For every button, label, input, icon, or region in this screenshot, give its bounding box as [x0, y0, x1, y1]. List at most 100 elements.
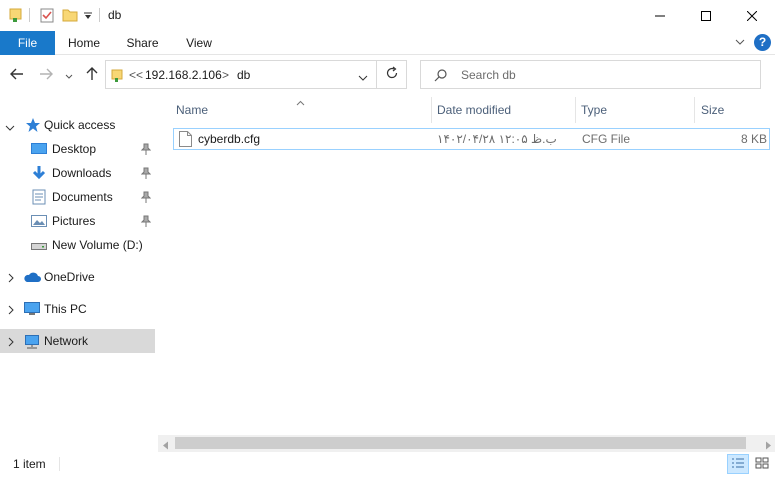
sidebar-item-quick-access[interactable]: Quick access: [0, 113, 155, 137]
details-view-icon: [731, 457, 745, 472]
file-date-modified: ۱۴۰۲/۰۴/۲۸ ب.ظ ۱۲:۰۵: [437, 132, 557, 146]
column-divider[interactable]: [694, 97, 695, 123]
back-arrow-icon[interactable]: [9, 66, 25, 85]
folder-icon: [111, 68, 125, 85]
pin-icon: [140, 191, 152, 206]
sidebar-item-label: Quick access: [44, 118, 116, 132]
chevron-right-icon[interactable]: [7, 272, 15, 286]
maximize-icon: [701, 10, 711, 21]
chevron-right-icon[interactable]: [7, 336, 15, 350]
search-placeholder: Search db: [461, 68, 516, 82]
item-count: 1 item: [13, 457, 46, 471]
tab-home[interactable]: Home: [60, 31, 108, 55]
cloud-icon: [23, 271, 41, 286]
navigation-bar: << 192.168.2.106 > db Search db: [0, 55, 775, 95]
maximize-button[interactable]: [683, 0, 729, 31]
sidebar-item-label: Downloads: [52, 166, 112, 180]
navigation-pane: Quick access Desktop Downloads Documents: [0, 103, 156, 450]
address-overflow[interactable]: <<: [129, 68, 143, 82]
refresh-icon: [385, 66, 399, 83]
folder-properties-icon[interactable]: [8, 7, 24, 26]
sidebar-item-desktop[interactable]: Desktop: [0, 137, 155, 161]
pictures-icon: [31, 213, 47, 232]
expand-ribbon-icon[interactable]: [734, 36, 746, 51]
sidebar-item-network[interactable]: Network: [0, 329, 155, 353]
search-box[interactable]: Search db: [420, 60, 761, 89]
pin-icon: [140, 167, 152, 182]
toolbar-divider: [29, 8, 30, 22]
file-name: cyberdb.cfg: [198, 132, 261, 146]
sidebar-item-label: Network: [44, 334, 89, 348]
title-bar: db: [0, 0, 775, 31]
horizontal-scrollbar[interactable]: [158, 435, 775, 452]
chevron-down-icon[interactable]: [5, 121, 15, 135]
up-arrow-icon[interactable]: [84, 66, 100, 85]
scroll-left-icon[interactable]: [162, 439, 170, 453]
table-row[interactable]: cyberdb.cfg ۱۴۰۲/۰۴/۲۸ ب.ظ ۱۲:۰۵ CFG Fil…: [173, 128, 770, 150]
ribbon: File Home Share View ?: [0, 31, 775, 55]
scrollbar-thumb[interactable]: [175, 437, 746, 449]
file-list: Name Date modified Type Size cyberdb.cfg…: [158, 95, 775, 440]
status-divider: [59, 457, 60, 471]
file-icon: [179, 131, 192, 150]
address-segment-host[interactable]: 192.168.2.106: [145, 68, 222, 82]
sidebar-item-label: Pictures: [52, 214, 96, 228]
column-divider[interactable]: [431, 97, 432, 123]
sort-ascending-icon: [296, 95, 305, 109]
checklist-icon[interactable]: [39, 7, 55, 26]
help-icon[interactable]: ?: [754, 34, 771, 51]
file-type: CFG File: [582, 132, 630, 146]
column-divider[interactable]: [575, 97, 576, 123]
file-size: 8 KB: [740, 132, 767, 146]
sidebar-item-downloads[interactable]: Downloads: [0, 161, 155, 185]
sidebar-item-label: OneDrive: [44, 270, 95, 284]
minimize-icon: [655, 11, 665, 21]
address-segment-db[interactable]: db: [237, 68, 250, 82]
large-icons-view-button[interactable]: [751, 454, 773, 474]
scroll-right-icon[interactable]: [764, 439, 772, 453]
tab-share[interactable]: Share: [119, 31, 166, 55]
refresh-button[interactable]: [377, 60, 407, 89]
column-header-size[interactable]: Size: [701, 103, 724, 117]
sidebar-item-new-volume[interactable]: New Volume (D:): [0, 233, 155, 257]
drive-icon: [31, 240, 47, 254]
address-separator[interactable]: >: [222, 68, 229, 82]
pin-icon: [140, 215, 152, 230]
download-icon: [31, 165, 47, 184]
window-title: db: [108, 8, 122, 22]
sidebar-item-pictures[interactable]: Pictures: [0, 209, 155, 233]
tab-file[interactable]: File: [0, 31, 55, 55]
column-header-name[interactable]: Name: [176, 103, 208, 117]
toolbar-divider: [99, 8, 100, 22]
search-icon: [434, 68, 448, 85]
computer-icon: [24, 301, 40, 320]
pin-icon: [140, 143, 152, 158]
details-view-button[interactable]: [727, 454, 749, 474]
close-button[interactable]: [729, 0, 775, 31]
tab-view[interactable]: View: [177, 31, 221, 55]
sidebar-item-label: Documents: [52, 190, 113, 204]
recent-locations-icon[interactable]: [64, 70, 74, 84]
sidebar-item-this-pc[interactable]: This PC: [0, 297, 155, 321]
address-dropdown-icon[interactable]: [357, 72, 369, 86]
desktop-icon: [31, 141, 47, 160]
minimize-button[interactable]: [637, 0, 683, 31]
new-folder-icon[interactable]: [62, 7, 78, 26]
customize-toolbar-icon[interactable]: [83, 10, 93, 24]
forward-arrow-icon[interactable]: [38, 66, 54, 85]
status-bar: 1 item: [0, 452, 775, 477]
column-header-type[interactable]: Type: [581, 103, 607, 117]
sidebar-item-label: This PC: [44, 302, 87, 316]
document-icon: [31, 189, 47, 208]
column-header-date-modified[interactable]: Date modified: [437, 103, 511, 117]
sidebar-item-documents[interactable]: Documents: [0, 185, 155, 209]
sidebar-item-onedrive[interactable]: OneDrive: [0, 265, 155, 289]
sidebar-item-label: Desktop: [52, 142, 97, 156]
address-bar[interactable]: << 192.168.2.106 > db: [105, 60, 377, 89]
sidebar-item-label: New Volume (D:): [52, 238, 143, 252]
large-icons-view-icon: [755, 457, 769, 472]
star-icon: [25, 117, 41, 136]
network-icon: [24, 333, 40, 352]
close-icon: [747, 10, 757, 21]
chevron-right-icon[interactable]: [7, 304, 15, 318]
